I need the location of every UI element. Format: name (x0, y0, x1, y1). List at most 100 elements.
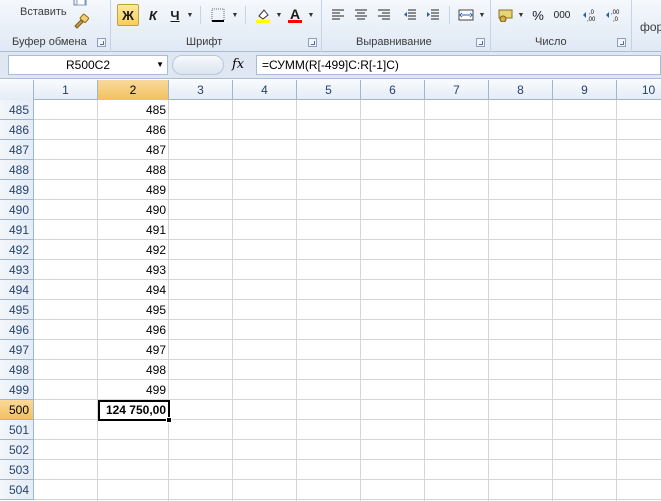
row-header-487[interactable]: 487 (0, 140, 34, 160)
row-header-499[interactable]: 499 (0, 380, 34, 400)
decrease-decimal-icon[interactable]: ,00,0 (605, 4, 625, 26)
row-header-494[interactable]: 494 (0, 280, 34, 300)
column-header-2[interactable]: 2 (98, 80, 169, 100)
row-header-500[interactable]: 500 (0, 400, 34, 420)
borders-icon[interactable] (207, 4, 229, 26)
row-header-491[interactable]: 491 (0, 220, 34, 240)
svg-text:,00: ,00 (587, 17, 596, 23)
row-header-490[interactable]: 490 (0, 200, 34, 220)
accounting-format-icon[interactable] (496, 4, 516, 26)
row-header-496[interactable]: 496 (0, 320, 34, 340)
underline-dropdown-icon[interactable]: ▼ (184, 4, 194, 26)
column-gridline (616, 100, 617, 501)
name-box[interactable]: R500C2 ▼ (8, 55, 168, 75)
accounting-dropdown-icon[interactable]: ▼ (515, 4, 525, 26)
font-group-label: Шрифт (186, 36, 223, 48)
row-header-501[interactable]: 501 (0, 420, 34, 440)
ribbon: Вставить Буфер обмена Ж К Ч ▼ ▼ ▼ A ▼ Шр… (0, 0, 661, 52)
cell-value[interactable]: 497 (98, 340, 169, 360)
borders-dropdown-icon[interactable]: ▼ (229, 4, 239, 26)
row-header-503[interactable]: 503 (0, 460, 34, 480)
cell-value[interactable]: 498 (98, 360, 169, 380)
alignment-launcher-icon[interactable] (476, 38, 485, 47)
column-header-5[interactable]: 5 (297, 80, 361, 100)
column-headers: 1 2 3 4 5 6 7 8 9 10 (0, 80, 661, 100)
font-color-icon[interactable]: A (285, 4, 305, 26)
clipboard-launcher-icon[interactable] (97, 38, 106, 47)
row-header-497[interactable]: 497 (0, 340, 34, 360)
cell-value[interactable]: 486 (98, 120, 169, 140)
formula-bar-splitter[interactable] (172, 55, 224, 75)
svg-text:,00: ,00 (611, 10, 620, 16)
row-header-486[interactable]: 486 (0, 120, 34, 140)
column-gridline (232, 100, 233, 501)
row-header-504[interactable]: 504 (0, 480, 34, 500)
row-header-489[interactable]: 489 (0, 180, 34, 200)
merge-center-icon[interactable] (455, 4, 477, 26)
column-gridline (296, 100, 297, 501)
cell-value[interactable]: 491 (98, 220, 169, 240)
fill-color-icon[interactable] (252, 4, 274, 26)
percent-button[interactable]: % (530, 4, 546, 26)
number-launcher-icon[interactable] (617, 38, 626, 47)
row-header-493[interactable]: 493 (0, 260, 34, 280)
format-painter-icon[interactable] (72, 12, 90, 30)
row-gridline (34, 439, 661, 440)
increase-decimal-icon[interactable]: ,0,00 (582, 4, 602, 26)
column-gridline (488, 100, 489, 501)
column-header-6[interactable]: 6 (361, 80, 425, 100)
formula-input[interactable]: =СУММ(R[-499]C:R[-1]C) (256, 55, 661, 75)
column-header-7[interactable]: 7 (425, 80, 489, 100)
active-cell[interactable]: 124 750,00 (98, 400, 170, 421)
select-all-corner[interactable] (0, 80, 34, 100)
paste-icon[interactable] (72, 0, 90, 6)
styles-group-label-partial: фор (640, 20, 661, 34)
align-left-icon[interactable] (328, 4, 348, 26)
insert-function-icon[interactable]: fx (232, 57, 244, 72)
row-header-488[interactable]: 488 (0, 160, 34, 180)
paste-button[interactable]: Вставить (20, 6, 67, 18)
column-header-9[interactable]: 9 (553, 80, 617, 100)
row-header-498[interactable]: 498 (0, 360, 34, 380)
thousands-separator-button[interactable]: 000 (551, 4, 573, 26)
svg-text:,0: ,0 (613, 17, 619, 23)
cell-value[interactable]: 490 (98, 200, 169, 220)
cell-value[interactable]: 499 (98, 380, 169, 400)
cell-value[interactable]: 492 (98, 240, 169, 260)
align-right-icon[interactable] (374, 4, 394, 26)
row-header-502[interactable]: 502 (0, 440, 34, 460)
column-header-3[interactable]: 3 (169, 80, 233, 100)
alignment-group-label: Выравнивание (356, 36, 432, 48)
cell-value[interactable]: 495 (98, 300, 169, 320)
font-launcher-icon[interactable] (308, 38, 317, 47)
font-color-dropdown-icon[interactable]: ▼ (305, 4, 315, 26)
column-header-10[interactable]: 10 (617, 80, 661, 100)
row-header-492[interactable]: 492 (0, 240, 34, 260)
column-gridline (552, 100, 553, 501)
column-header-4[interactable]: 4 (233, 80, 297, 100)
row-header-495[interactable]: 495 (0, 300, 34, 320)
cell-value[interactable]: 494 (98, 280, 169, 300)
cell-value[interactable]: 485 (98, 100, 169, 120)
column-header-1[interactable]: 1 (34, 80, 98, 100)
cell-value[interactable]: 493 (98, 260, 169, 280)
cell-value[interactable]: 487 (98, 140, 169, 160)
align-center-icon[interactable] (351, 4, 371, 26)
column-gridline (360, 100, 361, 501)
cell-value[interactable]: 488 (98, 160, 169, 180)
underline-button[interactable]: Ч (166, 4, 184, 26)
name-box-dropdown-icon[interactable]: ▼ (156, 60, 164, 69)
fill-color-dropdown-icon[interactable]: ▼ (273, 4, 283, 26)
cell-value[interactable]: 496 (98, 320, 169, 340)
bold-button[interactable]: Ж (117, 4, 139, 26)
row-gridline (34, 459, 661, 460)
worksheet-grid[interactable]: 1 2 3 4 5 6 7 8 9 10 485 485 486 486 487 487 488 488 489 4… (0, 80, 661, 501)
increase-indent-icon[interactable] (423, 4, 443, 26)
decrease-indent-icon[interactable] (400, 4, 420, 26)
row-header-485[interactable]: 485 (0, 100, 34, 120)
fill-handle[interactable] (166, 417, 172, 423)
cell-value[interactable]: 489 (98, 180, 169, 200)
italic-button[interactable]: К (143, 4, 163, 26)
column-header-8[interactable]: 8 (489, 80, 553, 100)
merge-dropdown-icon[interactable]: ▼ (476, 4, 486, 26)
